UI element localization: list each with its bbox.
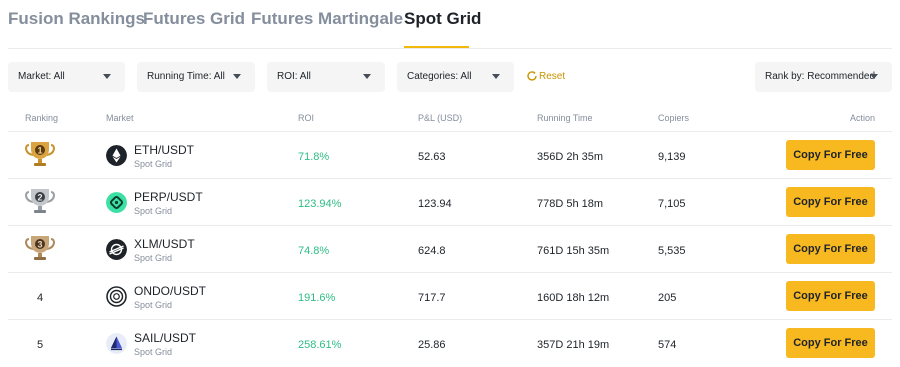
running-time-value: 160D 18h 12m [537, 292, 610, 304]
tab-futures-grid[interactable]: Futures Grid [143, 9, 245, 29]
copiers-value: 574 [658, 339, 677, 351]
tab-spot-grid[interactable]: Spot Grid [404, 9, 481, 29]
table-row: 3 XLM/USDT Spot Grid 74.8% 624.8 761D 15… [8, 225, 892, 272]
copiers-value: 9,139 [658, 151, 686, 163]
categories-filter[interactable]: Categories: All [397, 62, 514, 92]
sail-icon [106, 333, 127, 354]
chevron-down-icon [870, 74, 878, 79]
reset-icon [527, 71, 537, 81]
rank-by-select[interactable]: Rank by: Recommended [755, 62, 892, 92]
roi-value: 71.8% [298, 151, 330, 163]
chevron-down-icon [492, 74, 500, 79]
svg-text:1: 1 [37, 146, 42, 156]
column-header-pnl: P&L (USD) [418, 113, 463, 123]
strategy-tabs: Fusion Rankings Futures Grid Futures Mar… [0, 0, 900, 49]
copy-for-free-button[interactable]: Copy For Free [786, 328, 875, 358]
strategy-type: Spot Grid [134, 300, 173, 310]
pnl-value: 25.86 [418, 339, 446, 351]
running-time-filter-label: Running Time: All [147, 71, 225, 82]
xlm-icon [106, 239, 127, 260]
column-header-roi: ROI [298, 113, 315, 123]
bronze-trophy-icon: 3 [25, 236, 55, 260]
tab-futures-martingale[interactable]: Futures Martingale [251, 9, 403, 29]
table-row: 5 SAIL/USDT Spot Grid 258.61% 25.86 357D… [8, 319, 892, 366]
column-header-market: Market [106, 113, 134, 123]
chevron-down-icon [233, 74, 241, 79]
pnl-value: 624.8 [418, 245, 446, 257]
roi-filter[interactable]: ROI: All [267, 62, 385, 92]
chevron-down-icon [363, 74, 371, 79]
table-row: 2 PERP/USDT Spot Grid 123.94% 123.94 778… [8, 178, 892, 225]
svg-text:2: 2 [37, 193, 42, 203]
rank-number: 5 [36, 339, 44, 351]
categories-filter-label: Categories: All [407, 71, 472, 82]
running-time-value: 761D 15h 35m [537, 245, 610, 257]
copy-for-free-button[interactable]: Copy For Free [786, 281, 875, 311]
copiers-value: 5,535 [658, 245, 686, 257]
market-filter[interactable]: Market: All [8, 62, 125, 92]
roi-value: 123.94% [298, 198, 342, 210]
chevron-down-icon [103, 74, 111, 79]
eth-icon [106, 145, 127, 166]
pnl-value: 123.94 [418, 198, 452, 210]
copy-for-free-button[interactable]: Copy For Free [786, 187, 875, 217]
market-filter-label: Market: All [18, 71, 65, 82]
gold-trophy-icon: 1 [25, 142, 55, 166]
running-time-value: 356D 2h 35m [537, 151, 604, 163]
reset-label: Reset [539, 71, 566, 82]
copiers-value: 7,105 [658, 198, 686, 210]
table-row: 4 ONDO/USDT Spot Grid 191.6% 717.7 160D … [8, 272, 892, 319]
perp-icon [106, 192, 127, 213]
rank-by-label: Rank by: Recommended [765, 71, 876, 82]
market-pair: ETH/USDT [134, 143, 194, 157]
market-pair: XLM/USDT [134, 237, 195, 251]
tab-fusion-rankings[interactable]: Fusion Rankings [8, 9, 145, 29]
running-time-value: 778D 5h 18m [537, 198, 604, 210]
ondo-icon [106, 286, 127, 307]
market-pair: SAIL/USDT [134, 331, 197, 345]
roi-value: 191.6% [298, 292, 336, 304]
roi-filter-label: ROI: All [277, 71, 311, 82]
running-time-value: 357D 21h 19m [537, 339, 610, 351]
column-header-ranking: Ranking [25, 113, 59, 123]
column-header-copiers: Copiers [658, 113, 690, 123]
column-header-running-time: Running Time [537, 113, 593, 123]
strategy-type: Spot Grid [134, 159, 173, 169]
market-pair: PERP/USDT [134, 190, 203, 204]
tabs-divider [8, 48, 892, 49]
pnl-value: 717.7 [418, 292, 446, 304]
running-time-filter[interactable]: Running Time: All [137, 62, 255, 92]
rank-number: 4 [36, 292, 44, 304]
market-pair: ONDO/USDT [134, 284, 206, 298]
strategy-type: Spot Grid [134, 206, 173, 216]
copy-for-free-button[interactable]: Copy For Free [786, 234, 875, 264]
column-header-action: Action [849, 113, 875, 123]
silver-trophy-icon: 2 [25, 189, 55, 213]
roi-value: 74.8% [298, 245, 330, 257]
strategy-type: Spot Grid [134, 253, 173, 263]
copy-for-free-button[interactable]: Copy For Free [786, 140, 875, 170]
pnl-value: 52.63 [418, 151, 446, 163]
copiers-value: 205 [658, 292, 677, 304]
roi-value: 258.61% [298, 339, 342, 351]
svg-text:3: 3 [37, 240, 42, 250]
strategy-type: Spot Grid [134, 347, 173, 357]
table-row: 1 ETH/USDT Spot Grid 71.8% 52.63 356D 2h… [8, 131, 892, 178]
